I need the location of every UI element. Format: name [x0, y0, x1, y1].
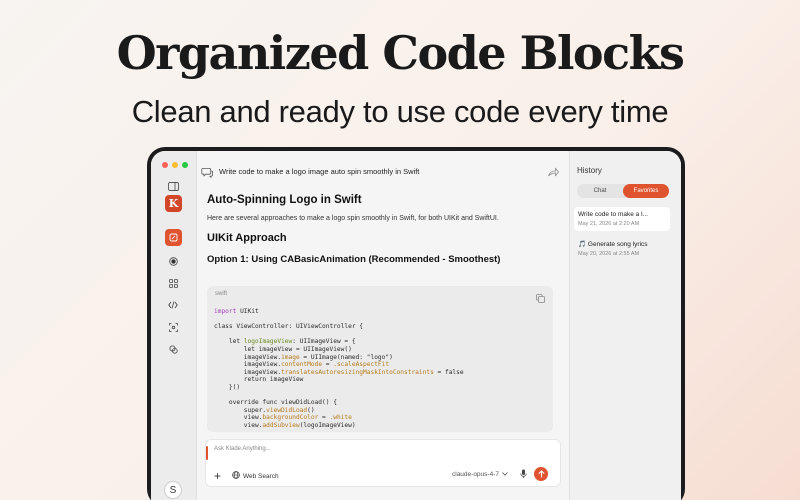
hero-subtitle: Clean and ready to use code every time: [131, 94, 669, 129]
send-button[interactable]: [534, 467, 548, 481]
history-item-date: May 21, 2026 at 2:20 AM: [578, 221, 640, 227]
share-icon[interactable]: [547, 165, 560, 177]
avatar[interactable]: S: [164, 481, 182, 499]
window-controls: [162, 162, 188, 168]
history-item-date: May 20, 2026 at 2:55 AM: [578, 251, 640, 257]
microphone-icon[interactable]: [520, 469, 527, 481]
record-icon[interactable]: [164, 252, 182, 270]
model-name: claude-opus-4-7: [452, 471, 499, 478]
tab-favorites[interactable]: Favorites: [623, 184, 669, 198]
chat-topbar: Write code to make a logo image auto spi…: [197, 161, 569, 181]
tab-chat[interactable]: Chat: [577, 184, 623, 198]
globe-icon: [232, 471, 240, 481]
code-icon[interactable]: [164, 296, 182, 314]
app-window: K S Write code to make a logo image auto…: [151, 151, 681, 500]
minimize-window-button[interactable]: [172, 162, 178, 168]
code-block: swift import UIKit class ViewController:…: [207, 286, 553, 432]
chat-icon: [201, 165, 213, 179]
left-rail: K S: [151, 151, 197, 500]
laptop-frame: K S Write code to make a logo image auto…: [147, 147, 685, 500]
zoom-window-button[interactable]: [182, 162, 188, 168]
add-attachment-icon[interactable]: +: [214, 469, 221, 483]
history-panel: History Chat Favorites Write code to mak…: [569, 151, 681, 500]
new-chat-icon[interactable]: [165, 229, 182, 246]
chat-title: Write code to make a logo image auto spi…: [219, 166, 420, 176]
scan-icon[interactable]: [164, 318, 182, 336]
assistant-message: Auto-Spinning Logo in Swift Here are sev…: [207, 194, 557, 273]
history-item-name: 🎵 Generate song lyrics: [578, 241, 648, 248]
message-intro: Here are several approaches to make a lo…: [207, 215, 499, 222]
option-heading: Option 1: Using CABasicAnimation (Recomm…: [207, 254, 501, 265]
code-content: import UIKit class ViewController: UIVie…: [214, 308, 464, 429]
music-note-icon: 🎵: [578, 241, 587, 248]
message-heading: Auto-Spinning Logo in Swift: [207, 194, 362, 206]
composer-input[interactable]: Ask Klade Anything...: [214, 446, 271, 452]
arrow-up-icon: [537, 470, 545, 478]
chat-bubbles-icon[interactable]: [164, 340, 182, 358]
close-window-button[interactable]: [162, 162, 168, 168]
history-item[interactable]: Write code to make a l... May 21, 2026 a…: [574, 207, 670, 231]
code-language-label: swift: [215, 291, 227, 297]
hero-title: Organized Code Blocks: [116, 26, 685, 80]
chat-main: Write code to make a logo image auto spi…: [197, 151, 569, 500]
history-tabs: Chat Favorites: [577, 184, 669, 198]
message-composer[interactable]: Ask Klade Anything... + Web Search claud…: [205, 439, 561, 487]
app-logo[interactable]: K: [165, 195, 182, 212]
history-title: History: [577, 166, 602, 175]
web-search-label: Web Search: [243, 472, 279, 480]
web-search-button[interactable]: Web Search: [232, 471, 279, 481]
model-selector[interactable]: claude-opus-4-7: [452, 471, 508, 478]
history-item-name: Write code to make a l...: [578, 211, 648, 218]
composer-cursor: [206, 446, 208, 460]
history-item[interactable]: 🎵 Generate song lyrics May 20, 2026 at 2…: [574, 236, 670, 261]
section-heading: UIKit Approach: [207, 232, 287, 244]
sidebar-toggle-icon[interactable]: [164, 177, 182, 195]
chevron-down-icon: [502, 471, 508, 478]
grid-icon[interactable]: [164, 274, 182, 292]
copy-icon[interactable]: [536, 290, 545, 303]
